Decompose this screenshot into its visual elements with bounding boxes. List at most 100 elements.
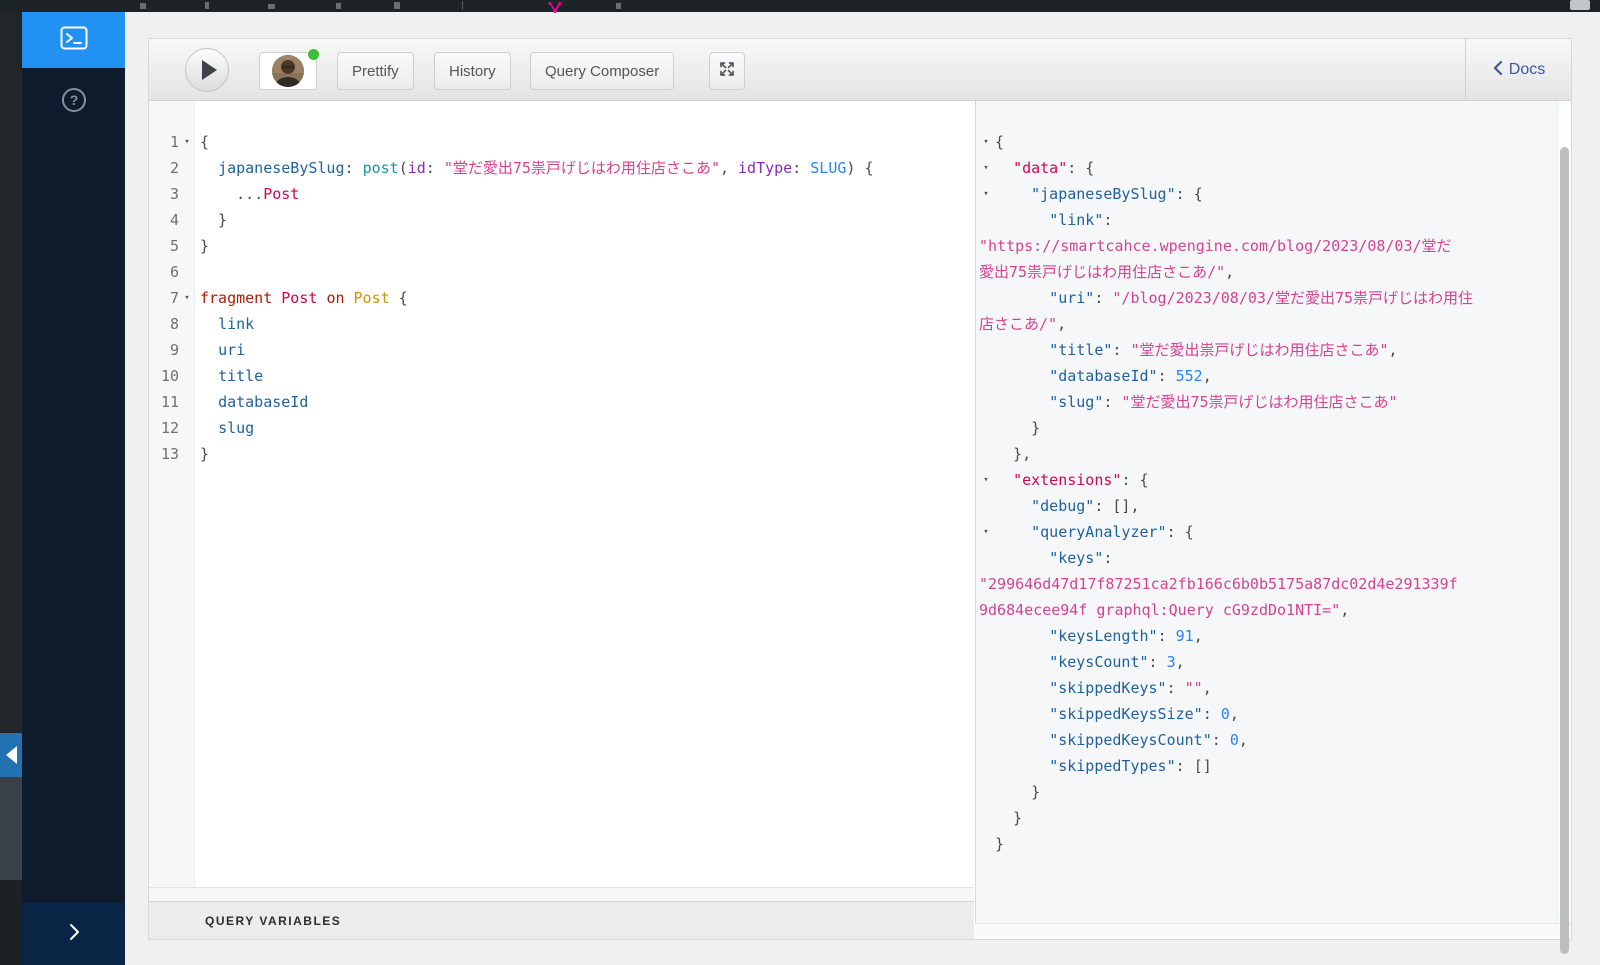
play-icon bbox=[202, 60, 217, 80]
fullscreen-button[interactable] bbox=[709, 52, 745, 90]
docs-label: Docs bbox=[1508, 61, 1546, 78]
fold-arrow-icon bbox=[179, 207, 195, 233]
response-line: "link": bbox=[1049, 211, 1113, 229]
response-scrollbar bbox=[1557, 101, 1571, 954]
variables-panel-toggle[interactable]: QUERY VARIABLES bbox=[149, 901, 974, 939]
query-editor-code: 1 ▾{2 japaneseBySlug: post(id: "堂だ愛出75祟戸げ… bbox=[149, 129, 974, 467]
collapse-menu-button[interactable] bbox=[0, 733, 22, 777]
fold-arrow-icon[interactable]: ▾ bbox=[979, 155, 993, 181]
arrow-left-icon bbox=[6, 746, 17, 764]
response-line: 店さこあ/", bbox=[979, 315, 1067, 333]
graphql-logo-icon[interactable] bbox=[548, 0, 562, 18]
response-json: ▾{▾ "data": {▾ "japaneseBySlug": { "link… bbox=[976, 129, 1557, 857]
response-line: "debug": [], bbox=[1031, 497, 1140, 515]
fold-arrow-icon bbox=[179, 155, 195, 181]
online-status-dot bbox=[308, 49, 319, 60]
auth-user-button[interactable] bbox=[259, 49, 319, 90]
line-number: 4 bbox=[169, 211, 179, 229]
response-line: 9d684ecee94f graphql:Query cG9zdDo1NTI="… bbox=[979, 601, 1350, 619]
fold-arrow-icon bbox=[179, 233, 195, 259]
code-line: 12 slug bbox=[149, 415, 974, 441]
line-number: 9 bbox=[169, 341, 179, 359]
fold-arrow-icon bbox=[179, 311, 195, 337]
response-line: 愛出75祟戸げじはわ用住店さこあ/", bbox=[979, 263, 1235, 281]
query-editor[interactable]: 1 ▾{2 japaneseBySlug: post(id: "堂だ愛出75祟戸げ… bbox=[149, 101, 974, 887]
response-line: ▾ "japaneseBySlug": { bbox=[976, 181, 1557, 207]
fold-arrow-icon[interactable]: ▾ bbox=[179, 129, 195, 155]
wp-admin-menu-strip-item bbox=[0, 777, 22, 880]
fold-arrow-icon[interactable]: ▾ bbox=[179, 285, 195, 311]
admin-bar-icon-fragment bbox=[268, 4, 275, 9]
code-line: 5} bbox=[149, 233, 974, 259]
fold-arrow-icon[interactable]: ▾ bbox=[979, 129, 993, 155]
admin-bar-icon-fragment bbox=[140, 3, 146, 9]
response-line: ▾ "extensions": { bbox=[976, 467, 1557, 493]
response-line: } bbox=[995, 783, 1041, 801]
line-number: 8 bbox=[169, 315, 179, 333]
response-viewer: ▾{▾ "data": {▾ "japaneseBySlug": { "link… bbox=[975, 101, 1557, 923]
fold-arrow-icon[interactable]: ▾ bbox=[979, 467, 993, 493]
response-line: "keysCount": 3, bbox=[1049, 653, 1185, 671]
fold-arrow-icon[interactable]: ▾ bbox=[979, 181, 993, 207]
admin-bar-icon-fragment bbox=[616, 3, 621, 9]
graphiql-sidebar: ? bbox=[22, 12, 125, 965]
sidebar-item-help[interactable]: ? bbox=[22, 74, 125, 130]
response-line: "keys": bbox=[1049, 549, 1113, 567]
sidebar-item-graphiql[interactable] bbox=[22, 12, 125, 68]
code-line: 10 title bbox=[149, 363, 974, 389]
response-line: "skippedTypes": [] bbox=[1049, 757, 1212, 775]
variables-panel: QUERY VARIABLES bbox=[149, 887, 974, 939]
fold-arrow-icon bbox=[179, 337, 195, 363]
admin-bar bbox=[0, 0, 1600, 13]
history-button[interactable]: History bbox=[434, 52, 511, 90]
admin-bar-user-icon[interactable] bbox=[1570, 0, 1590, 10]
code-line: 9 uri bbox=[149, 337, 974, 363]
fold-arrow-icon bbox=[179, 363, 195, 389]
svg-text:?: ? bbox=[69, 92, 78, 108]
response-line: } bbox=[995, 835, 1005, 853]
response-line: } bbox=[995, 809, 1023, 827]
chevron-right-icon bbox=[68, 923, 80, 946]
execute-query-button[interactable] bbox=[185, 48, 229, 92]
code-line: 1 ▾{ bbox=[149, 129, 974, 155]
response-line: ▾ "data": { bbox=[976, 155, 1557, 181]
response-line: "title": "堂だ愛出祟戸げじはわ用住店さこあ", bbox=[1049, 341, 1398, 359]
line-number: 10 bbox=[160, 367, 179, 385]
sidebar-expand-button[interactable] bbox=[22, 903, 125, 965]
line-number: 12 bbox=[160, 419, 179, 437]
response-line: "slug": "堂だ愛出75祟戸げじはわ用住店さこあ" bbox=[1049, 393, 1398, 411]
fold-arrow-icon bbox=[179, 181, 195, 207]
code-line: 7 ▾ fragment Post on Post { bbox=[149, 285, 974, 311]
response-line: }, bbox=[995, 445, 1032, 463]
fullscreen-icon bbox=[719, 61, 735, 81]
query-composer-button[interactable]: Query Composer bbox=[530, 52, 675, 90]
line-number: 1 bbox=[169, 133, 179, 151]
line-number: 11 bbox=[160, 393, 179, 411]
fold-arrow-icon bbox=[179, 415, 195, 441]
code-line: 4 } bbox=[149, 207, 974, 233]
line-number: 3 bbox=[169, 185, 179, 203]
line-number: 6 bbox=[169, 263, 179, 281]
line-number: 13 bbox=[160, 445, 179, 463]
response-line: "skippedKeysCount": 0, bbox=[1049, 731, 1248, 749]
terminal-icon bbox=[60, 26, 88, 55]
fold-arrow-icon bbox=[179, 441, 195, 467]
wp-admin-menu-strip-bottom bbox=[0, 880, 22, 965]
docs-toggle-button[interactable]: Docs bbox=[1465, 39, 1571, 101]
scrollbar-thumb[interactable] bbox=[1560, 147, 1569, 954]
response-line: ▾{ bbox=[976, 129, 1557, 155]
line-number: 7 bbox=[169, 289, 179, 307]
code-line: 8 link bbox=[149, 311, 974, 337]
admin-bar-icon-fragment bbox=[336, 3, 341, 9]
fold-arrow-icon bbox=[179, 389, 195, 415]
response-line: "uri": "/blog/2023/08/03/堂だ愛出75祟戸げじはわ用住 bbox=[1049, 289, 1474, 307]
chevron-left-icon bbox=[1492, 60, 1503, 81]
variables-panel-title: QUERY VARIABLES bbox=[205, 913, 342, 928]
response-line: ▾ "queryAnalyzer": { bbox=[976, 519, 1557, 545]
response-line: "databaseId": 552, bbox=[1049, 367, 1212, 385]
prettify-button[interactable]: Prettify bbox=[337, 52, 414, 90]
code-line: 11 databaseId bbox=[149, 389, 974, 415]
fold-arrow-icon[interactable]: ▾ bbox=[979, 519, 993, 545]
code-line: 13} bbox=[149, 441, 974, 467]
response-line: "skippedKeysSize": 0, bbox=[1049, 705, 1239, 723]
